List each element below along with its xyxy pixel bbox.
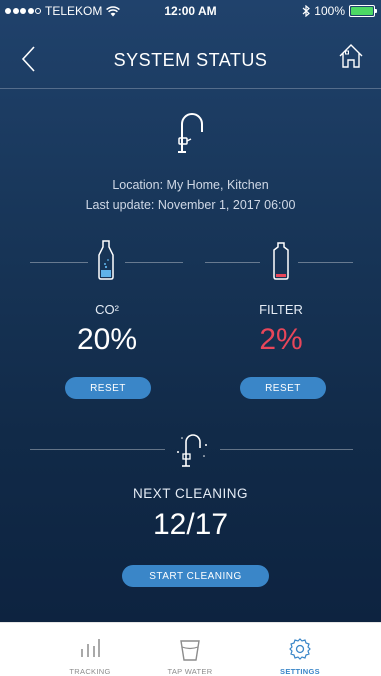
divider-line [220,449,353,450]
bar-chart-icon [81,639,100,657]
tab-settings[interactable]: SETTINGS [250,623,350,676]
co2-label: CO² [95,302,119,317]
co2-reset-button[interactable]: RESET [65,377,151,399]
battery-info: 100% [302,4,377,18]
co2-bottle-icon [98,240,114,280]
start-cleaning-button[interactable]: START CLEANING [122,565,269,587]
home-icon[interactable] [337,42,365,70]
divider-line [30,449,165,450]
divider-line [30,262,88,263]
gear-icon [289,638,311,660]
tab-tracking[interactable]: TRACKING [40,623,140,676]
divider-line [125,262,183,263]
battery-percent: 100% [314,4,345,18]
system-status-screen: TELEKOM 12:00 AM 100% SYSTEM STATUS Loca… [0,0,381,622]
filter-label: FILTER [259,302,303,317]
bluetooth-icon [302,5,311,17]
divider-line [205,262,260,263]
nav-bar: SYSTEM STATUS [0,40,381,80]
tab-bar: TRACKING TAP WATER SETTINGS [0,622,381,676]
location-text: Location: My Home, Kitchen [112,178,269,192]
next-cleaning-label: NEXT CLEANING [132,486,249,501]
divider-line [298,262,353,263]
faucet-icon [178,113,203,153]
last-update-text: Last update: November 1, 2017 06:00 [85,198,296,212]
nav-divider [0,88,381,89]
filter-value: 2% [259,323,303,356]
filter-cartridge-icon [273,242,289,280]
battery-icon [349,5,377,17]
next-cleaning-date: 12/17 [152,508,229,541]
tab-tap-water[interactable]: TAP WATER [140,623,240,676]
glass-icon [180,640,200,661]
co2-value: 20% [76,323,138,356]
status-bar: TELEKOM 12:00 AM 100% [0,0,381,22]
cleaning-faucet-icon [177,434,207,467]
page-title: SYSTEM STATUS [113,50,268,70]
filter-reset-button[interactable]: RESET [240,377,326,399]
